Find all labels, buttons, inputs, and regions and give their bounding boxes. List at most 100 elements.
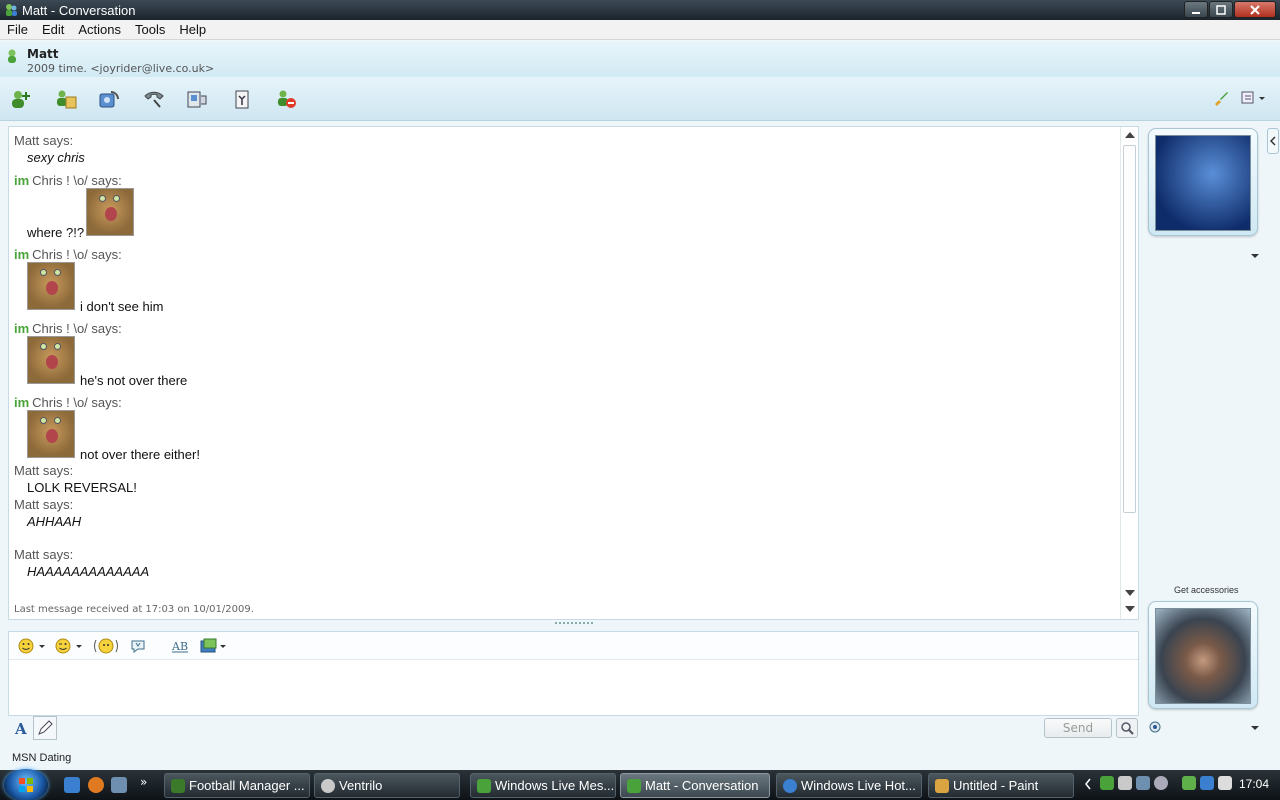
menu-actions[interactable]: Actions <box>71 22 128 37</box>
taskbar-item-paint[interactable]: Untitled - Paint <box>928 773 1074 798</box>
svg-text:A: A <box>14 720 27 737</box>
menu-bar: File Edit Actions Tools Help <box>0 20 1280 40</box>
volume-icon[interactable] <box>1218 776 1232 790</box>
menu-edit[interactable]: Edit <box>35 22 71 37</box>
voice-clip-icon <box>131 640 145 653</box>
own-picture-menu-arrow-icon[interactable] <box>1251 726 1259 730</box>
contact-display-picture[interactable] <box>1148 128 1258 236</box>
menu-help[interactable]: Help <box>172 22 213 37</box>
message-compose-box[interactable]: AB <box>8 631 1139 716</box>
messenger-tray-icon[interactable] <box>1100 776 1114 790</box>
windows-taskbar: » Football Manager ... Ventrilo Windows … <box>0 769 1280 800</box>
video-call-button[interactable] <box>96 87 122 111</box>
menu-file[interactable]: File <box>0 22 35 37</box>
show-menu-icon <box>1241 91 1265 104</box>
message-sender-row: im Chris ! \o/ says: <box>14 247 122 262</box>
invite-contact-icon <box>12 91 30 108</box>
block-contact-button[interactable] <box>273 87 299 111</box>
contact-avatar-image <box>1155 135 1251 231</box>
tray-app-icon[interactable] <box>1118 776 1132 790</box>
message-sender: Matt says: <box>14 497 74 512</box>
search-button[interactable] <box>1116 718 1138 738</box>
taskbar-item-football-manager[interactable]: Football Manager ... <box>164 773 310 798</box>
games-button[interactable] <box>184 87 210 111</box>
taskbar-item-ventrilo[interactable]: Ventrilo <box>314 773 460 798</box>
taskbar-item-conversation[interactable]: Matt - Conversation <box>620 773 770 798</box>
webcam-button[interactable] <box>1148 721 1162 738</box>
close-button[interactable] <box>1234 1 1276 18</box>
tray-app-icon[interactable] <box>1154 776 1168 790</box>
maximize-button[interactable] <box>1209 1 1233 18</box>
message-sender: Chris ! \o/ says: <box>32 321 122 336</box>
handwrite-button[interactable] <box>33 716 57 740</box>
network-tray-icon[interactable] <box>1200 776 1214 790</box>
custom-emoticon-image <box>27 410 75 458</box>
ad-banner-text[interactable]: MSN Dating <box>12 752 71 764</box>
quicklaunch-overflow-icon[interactable]: » <box>140 775 152 791</box>
handwriting-icon: AB <box>171 640 188 653</box>
compose-bottom-bar: A Send <box>8 716 1139 740</box>
get-accessories-link[interactable]: Get accessories <box>1174 585 1239 595</box>
show-menu-button[interactable] <box>1240 89 1268 110</box>
start-button[interactable] <box>4 769 48 800</box>
custom-emoticon-image <box>27 262 75 310</box>
maximize-icon <box>1216 4 1226 15</box>
call-button[interactable] <box>141 87 167 111</box>
tray-expand-button[interactable] <box>1084 778 1092 793</box>
contact-picture-menu-arrow-icon[interactable] <box>1251 254 1259 258</box>
message-sender: Chris ! \o/ says: <box>32 173 122 188</box>
im-badge-icon: im <box>14 247 30 262</box>
background-button[interactable] <box>199 637 231 655</box>
last-message-timestamp: Last message received at 17:03 on 10/01/… <box>14 604 254 615</box>
custom-emoticon-image <box>27 336 75 384</box>
ie-quicklaunch-icon[interactable] <box>64 777 80 793</box>
message-text: HAAAAAAAAAAAAA <box>27 564 150 579</box>
wink-button[interactable] <box>54 637 86 655</box>
message-text: LOLK REVERSAL! <box>27 480 137 495</box>
scroll-down-arrow-icon[interactable] <box>1125 590 1135 596</box>
own-avatar-image <box>1155 608 1251 704</box>
message-text: he's not over there <box>80 373 188 388</box>
contact-name[interactable]: Matt <box>27 47 59 61</box>
conversation-history[interactable]: Matt says: sexy chris im Chris ! \o/ says… <box>8 126 1139 620</box>
show-desktop-icon[interactable] <box>111 777 127 793</box>
nudge-button[interactable] <box>93 637 119 655</box>
football-manager-icon <box>171 779 185 793</box>
handwriting-button[interactable]: AB <box>170 637 190 655</box>
wink-icon <box>55 638 82 654</box>
battery-tray-icon[interactable] <box>1182 776 1196 790</box>
own-display-picture[interactable] <box>1148 601 1258 709</box>
paint-icon <box>935 779 949 793</box>
call-icon <box>144 91 164 108</box>
send-button[interactable]: Send <box>1044 718 1112 738</box>
taskbar-item-messenger[interactable]: Windows Live Mes... <box>470 773 616 798</box>
steam-tray-icon[interactable] <box>1136 776 1150 790</box>
contact-status-message: 2009 time. <joyrider@live.co.uk> <box>27 62 215 75</box>
invite-contact-button[interactable] <box>8 87 34 111</box>
scroll-thumb[interactable] <box>1123 145 1136 513</box>
webcam-icon <box>1149 721 1161 733</box>
windows-logo-icon <box>19 778 33 792</box>
minimize-button[interactable] <box>1184 1 1208 18</box>
messenger-buddy-icon <box>6 4 17 16</box>
taskbar-item-hotmail[interactable]: Windows Live Hot... <box>776 773 922 798</box>
font-button[interactable]: A <box>12 719 32 738</box>
ventrilo-icon <box>321 779 335 793</box>
menu-tools[interactable]: Tools <box>128 22 172 37</box>
message-sender: Matt says: <box>14 463 74 478</box>
share-files-button[interactable] <box>53 87 79 111</box>
message-sender-row: im Chris ! \o/ says: <box>14 395 122 410</box>
background-icon <box>200 638 226 653</box>
video-call-icon <box>99 91 119 108</box>
collapse-side-panel-button[interactable] <box>1267 128 1279 154</box>
taskbar-clock[interactable]: 17:04 <box>1239 777 1269 791</box>
scroll-end-arrow-icon[interactable] <box>1125 606 1135 612</box>
voice-clip-button[interactable] <box>129 637 147 655</box>
history-scrollbar[interactable] <box>1120 127 1138 619</box>
activities-button[interactable] <box>229 87 255 111</box>
theme-button[interactable] <box>1212 89 1230 110</box>
emoticon-button[interactable] <box>17 637 49 655</box>
firefox-quicklaunch-icon[interactable] <box>88 777 104 793</box>
scroll-up-arrow-icon[interactable] <box>1125 132 1135 138</box>
pane-splitter-handle[interactable] <box>555 622 593 627</box>
